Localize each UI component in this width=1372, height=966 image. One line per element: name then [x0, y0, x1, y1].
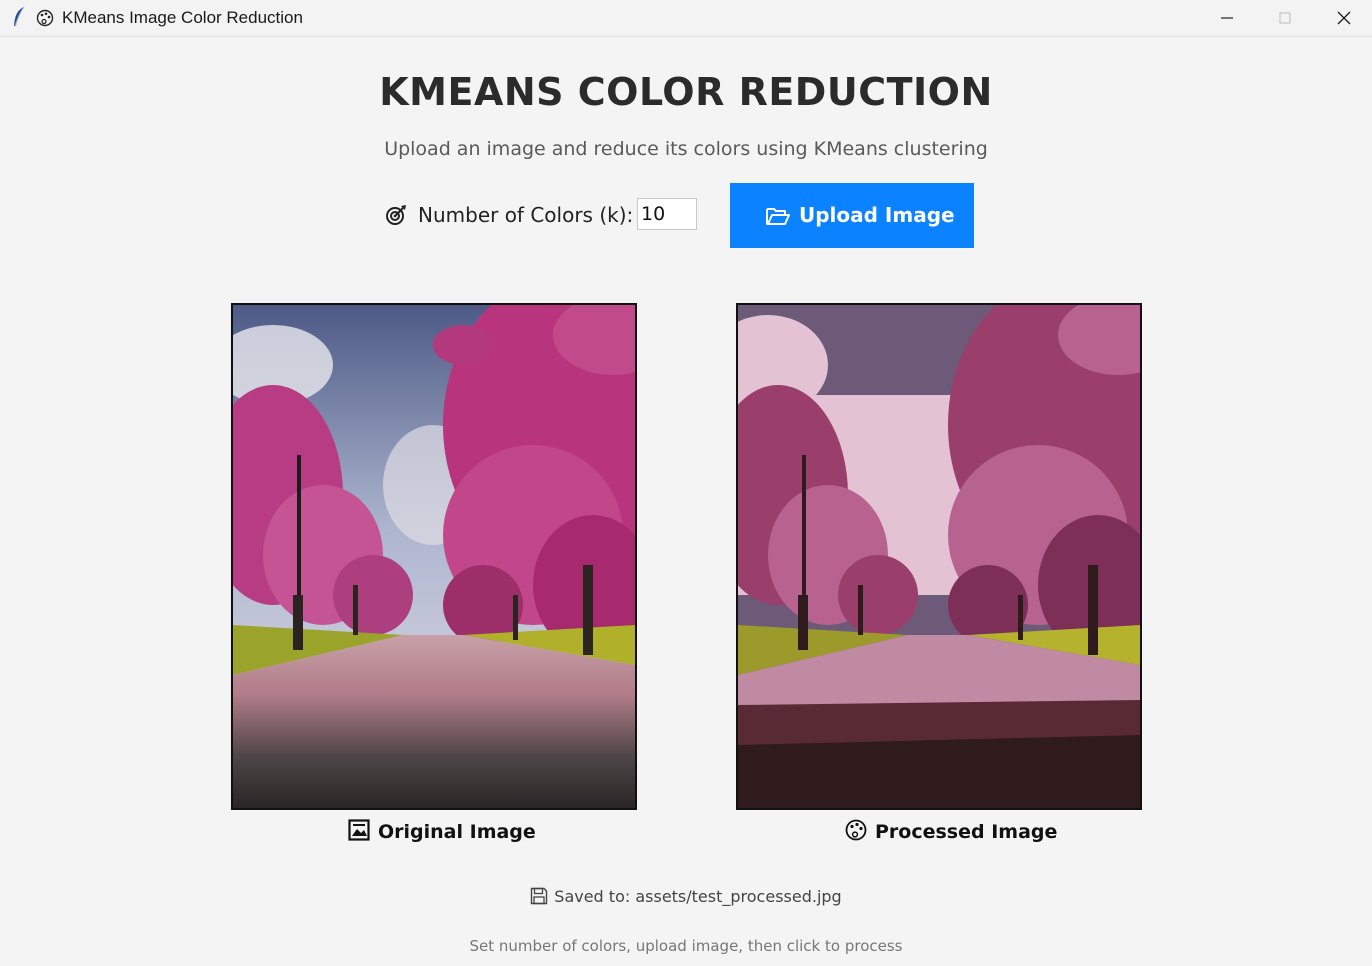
minimize-button[interactable]: [1199, 0, 1255, 36]
original-image-caption: Original Image: [348, 819, 536, 843]
target-icon: [386, 205, 406, 225]
feather-icon: [14, 6, 25, 27]
page-subtitle: Upload an image and reduce its colors us…: [384, 138, 988, 160]
picture-icon: [348, 819, 370, 841]
saved-text: Saved to: assets/test_processed.jpg: [554, 887, 842, 906]
folder-open-icon: [766, 208, 790, 225]
original-image-label: Original Image: [378, 821, 536, 843]
k-input[interactable]: [637, 198, 697, 230]
minimize-icon: [1221, 17, 1233, 19]
k-label: Number of Colors (k):: [418, 203, 634, 227]
floppy-disk-icon: [531, 887, 548, 905]
palette-icon: [845, 819, 867, 841]
close-icon: [1337, 11, 1351, 25]
maximize-icon: [1279, 12, 1291, 24]
page-title: KMEANS COLOR REDUCTION: [379, 70, 993, 114]
maximize-button[interactable]: [1257, 0, 1313, 36]
processed-image-label: Processed Image: [875, 821, 1058, 843]
processed-image-caption: Processed Image: [845, 819, 1057, 843]
saved-status: Saved to: assets/test_processed.jpg: [0, 887, 1372, 906]
title-bar: KMeans Image Color Reduction: [0, 0, 1372, 37]
window-title: KMeans Image Color Reduction: [62, 8, 303, 27]
close-button[interactable]: [1316, 0, 1372, 36]
original-image: [231, 303, 637, 810]
hint-text: Set number of colors, upload image, then…: [469, 937, 903, 955]
upload-image-button[interactable]: Upload Image: [730, 183, 974, 248]
processed-image: [736, 303, 1142, 810]
upload-image-label: Upload Image: [799, 203, 955, 227]
palette-icon: [36, 9, 54, 27]
